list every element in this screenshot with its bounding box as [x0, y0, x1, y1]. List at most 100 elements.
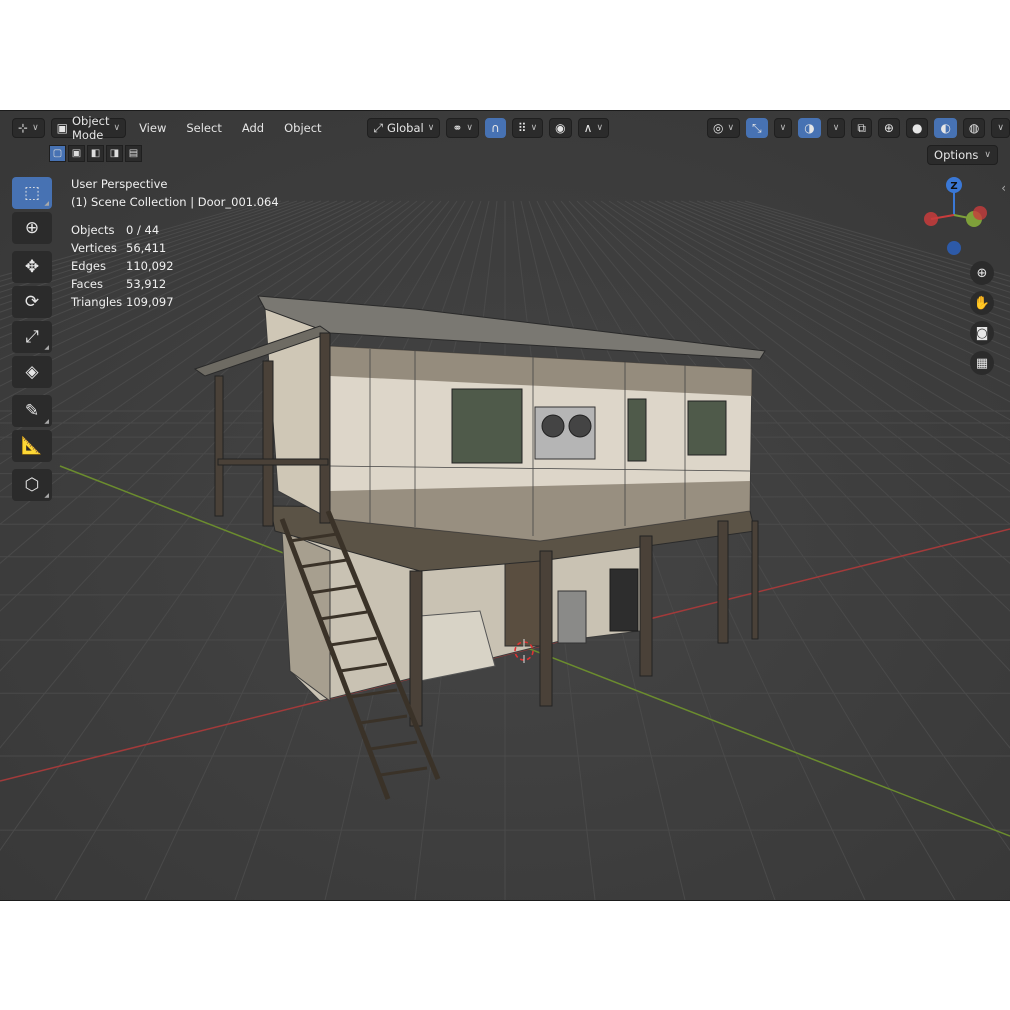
gizmo-x-handle[interactable]	[973, 206, 987, 220]
shading-wireframe[interactable]: ⊕	[877, 118, 900, 138]
viewport-info: User Perspective (1) Scene Collection | …	[71, 175, 279, 211]
stat-row: Objects 0 / 44	[71, 221, 174, 239]
chevron-down-icon: ∨	[427, 123, 435, 133]
chevron-down-icon: ∨	[832, 123, 840, 133]
shading-material[interactable]: ◐	[934, 118, 957, 138]
falloff-curve-icon: ∧	[583, 121, 593, 135]
overlays-dropdown[interactable]: ∨	[826, 118, 846, 138]
wireframe-sphere-icon: ⊕	[883, 121, 894, 135]
window-small	[627, 398, 647, 462]
eye-icon: ◎	[712, 121, 724, 135]
menu-add[interactable]: Add	[235, 121, 271, 135]
proportional-edit-icon: ◉	[555, 121, 566, 135]
trash-bin	[609, 568, 639, 632]
menu-object[interactable]: Object	[277, 121, 328, 135]
options-dropdown[interactable]: Options ∨	[927, 145, 998, 165]
visibility-dropdown[interactable]: ◎ ∨	[706, 118, 741, 138]
zoom-icon[interactable]: ⊕	[970, 261, 994, 285]
axis-icon: ⊹	[18, 121, 29, 135]
door-panel	[504, 560, 546, 647]
viewport-header: ⊹ ∨ ▣ Object Mode ∨ View Select Add Obje…	[0, 111, 1010, 145]
select-cursor-icon: ⬚	[23, 183, 41, 203]
select-new-icon[interactable]: ▢	[49, 145, 66, 162]
shading-solid[interactable]: ●	[905, 118, 929, 138]
hand-pan-icon[interactable]: ✋	[970, 291, 994, 315]
select-subtract-icon[interactable]: ◧	[87, 145, 104, 162]
gizmo-neg-z-handle[interactable]	[947, 241, 961, 255]
gizmo-neg-x-handle[interactable]	[924, 212, 938, 226]
move-arrows-icon: ✥	[24, 257, 40, 277]
grid-perspective-icon[interactable]: ▦	[970, 351, 994, 375]
orientation-label: Global	[387, 121, 424, 135]
3d-viewport[interactable]: ⊹ ∨ ▣ Object Mode ∨ View Select Add Obje…	[0, 110, 1010, 901]
window-right	[687, 400, 727, 456]
object-mode-icon: ▣	[56, 121, 68, 135]
ruler-icon: 📐	[21, 436, 43, 456]
gizmo-icon: ⤡	[752, 121, 762, 135]
annotate-pen-icon: ✎	[24, 401, 40, 421]
gizmo-dropdown[interactable]: ∨	[773, 118, 793, 138]
porch-rail	[217, 458, 329, 466]
xray-icon: ⧉	[857, 121, 866, 135]
add-cube-tool[interactable]: ⬡ ◢	[12, 469, 52, 501]
shading-dropdown[interactable]: ∨	[991, 118, 1010, 138]
navigation-gizmo[interactable]: Z	[912, 173, 1002, 263]
ac-fan-right	[568, 414, 592, 438]
cursor-tool[interactable]: ⊕	[12, 212, 52, 244]
transform-tool[interactable]: ◈	[12, 356, 52, 388]
menu-select[interactable]: Select	[179, 121, 228, 135]
stat-value: 0 / 44	[126, 223, 160, 237]
pivot-icon: ⚭	[452, 121, 463, 135]
chevron-down-icon: ∨	[530, 123, 538, 133]
mode-dropdown[interactable]: ▣ Object Mode ∨	[50, 114, 127, 142]
xray-toggle[interactable]: ⧉	[851, 118, 872, 138]
stat-label: Faces	[71, 277, 103, 291]
chevron-down-icon: ∨	[779, 123, 787, 133]
stat-label: Triangles	[71, 295, 123, 309]
selection-mode-buttons: ▢ ▣ ◧ ◨ ▤	[49, 145, 142, 162]
move-tool[interactable]: ✥	[12, 251, 52, 283]
stat-value: 110,092	[126, 259, 174, 273]
material-sphere-icon: ◐	[940, 121, 951, 135]
chevron-down-icon: ∨	[113, 123, 121, 133]
overlays-icon: ◑	[804, 121, 815, 135]
stat-row: Faces 53,912	[71, 275, 174, 293]
select-intersect-icon[interactable]: ▤	[125, 145, 142, 162]
overlays-toggle[interactable]: ◑	[798, 118, 821, 138]
proportional-edit-toggle[interactable]: ◉	[549, 118, 572, 138]
chevron-down-icon: ∨	[997, 123, 1004, 133]
stat-value: 109,097	[126, 295, 174, 309]
scale-icon: ⤢	[25, 327, 39, 347]
rendered-sphere-icon: ◍	[968, 121, 980, 135]
select-box-tool[interactable]: ⬚ ◢	[12, 177, 52, 209]
snap-toggle[interactable]: ∩	[484, 118, 506, 138]
perspective-label: User Perspective	[71, 177, 168, 191]
stat-row: Triangles 109,097	[71, 293, 174, 311]
snap-target-dropdown[interactable]: ⠿ ∨	[511, 118, 544, 138]
shading-rendered[interactable]: ◍	[962, 118, 986, 138]
menu-view[interactable]: View	[132, 121, 173, 135]
chevron-left-icon[interactable]: ‹	[1001, 181, 1006, 195]
annotate-tool[interactable]: ✎ ◢	[12, 395, 52, 427]
scale-tool[interactable]: ⤢ ◢	[12, 321, 52, 353]
magnet-icon: ∩	[490, 121, 500, 135]
gizmo-z-label: Z	[950, 181, 957, 192]
orientation-dropdown[interactable]: ⤢ Global ∨	[367, 118, 441, 138]
ac-fan-left	[541, 414, 565, 438]
transform-orientation-icon: ⤢	[373, 121, 384, 135]
stat-row: Vertices 56,411	[71, 239, 174, 257]
camera-icon[interactable]: ◙	[970, 321, 994, 345]
collection-label: (1) Scene Collection | Door_001.064	[71, 195, 279, 209]
select-extend-icon[interactable]: ▣	[68, 145, 85, 162]
pivot-point-dropdown[interactable]: ⚭ ∨	[446, 118, 479, 138]
measure-tool[interactable]: 📐	[12, 430, 52, 462]
window-left	[451, 388, 523, 464]
select-invert-icon[interactable]: ◨	[106, 145, 123, 162]
gizmo-toggle[interactable]: ⤡	[746, 118, 768, 138]
falloff-dropdown[interactable]: ∧ ∨	[577, 118, 610, 138]
rotate-tool[interactable]: ⟳	[12, 286, 52, 318]
editor-type-button[interactable]: ⊹ ∨	[12, 118, 45, 138]
options-label: Options	[934, 148, 979, 162]
crosshair-cursor-icon: ⊕	[24, 218, 40, 238]
chevron-down-icon: ∨	[466, 123, 473, 133]
